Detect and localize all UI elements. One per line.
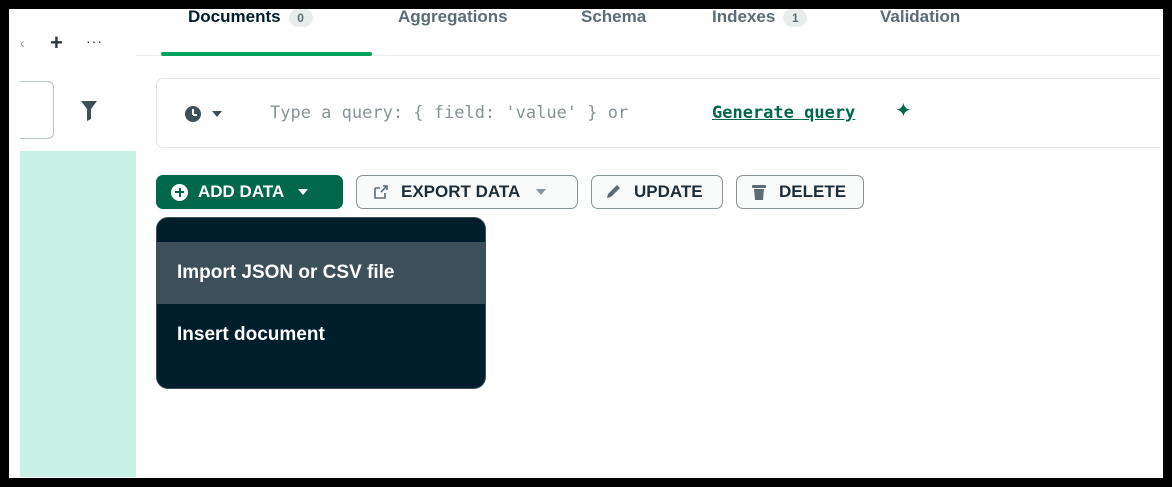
tab-label: Schema xyxy=(581,9,647,26)
chevron-down-icon[interactable] xyxy=(212,111,222,117)
add-data-menu: Import JSON or CSV file Insert document xyxy=(156,217,486,389)
screenshot-frame: ‹ + ··· Documents 0 Aggregations Schema … xyxy=(0,0,1172,487)
menu-item-import-file[interactable]: Import JSON or CSV file xyxy=(157,242,485,304)
menu-item-label: Import JSON or CSV file xyxy=(177,262,395,283)
tab-documents[interactable]: Documents 0 xyxy=(188,9,313,27)
sidebar-header: ‹ + ··· xyxy=(20,9,136,151)
filter-icon[interactable] xyxy=(81,101,97,121)
query-input[interactable]: Type a query: { field: 'value' } or xyxy=(270,103,628,123)
add-data-button[interactable]: ADD DATA xyxy=(156,175,343,209)
delete-button[interactable]: DELETE xyxy=(736,175,864,209)
active-tab-indicator xyxy=(161,52,372,56)
export-icon xyxy=(374,185,388,199)
export-data-label: EXPORT DATA xyxy=(401,182,521,201)
app-viewport: ‹ + ··· Documents 0 Aggregations Schema … xyxy=(20,9,1160,477)
clock-icon[interactable] xyxy=(185,106,201,122)
chevron-down-icon xyxy=(536,189,547,195)
plus-circle-icon xyxy=(171,183,188,201)
tab-count-badge: 0 xyxy=(288,9,313,27)
sidebar: ‹ + ··· xyxy=(20,9,136,477)
pencil-icon xyxy=(607,185,620,198)
chevron-left-icon[interactable]: ‹ xyxy=(20,35,25,51)
add-data-label: ADD DATA xyxy=(198,182,285,201)
trash-icon xyxy=(752,185,766,200)
generate-query-link[interactable]: Generate query xyxy=(712,103,855,123)
tab-schema[interactable]: Schema xyxy=(581,9,646,27)
sparkle-icon: ✦ xyxy=(895,100,912,122)
update-button[interactable]: UPDATE xyxy=(591,175,723,209)
sidebar-search-input[interactable] xyxy=(20,81,54,139)
tab-validation[interactable]: Validation xyxy=(880,9,960,27)
menu-item-label: Insert document xyxy=(177,324,325,345)
tab-label: Documents xyxy=(188,9,281,26)
tab-label: Indexes xyxy=(712,9,776,26)
tab-label: Aggregations xyxy=(398,9,508,26)
export-data-button[interactable]: EXPORT DATA xyxy=(356,175,578,209)
chevron-down-icon xyxy=(298,189,309,195)
menu-item-insert-document[interactable]: Insert document xyxy=(157,304,485,366)
main-panel: Documents 0 Aggregations Schema Indexes 1 … xyxy=(136,9,1160,477)
query-bar[interactable]: Type a query: { field: 'value' } or Gene… xyxy=(156,78,1160,148)
tab-label: Validation xyxy=(880,9,961,26)
tab-count-badge: 1 xyxy=(783,9,808,27)
tab-indexes[interactable]: Indexes 1 xyxy=(712,9,808,27)
sidebar-selected-region xyxy=(20,151,136,477)
update-label: UPDATE xyxy=(634,182,703,201)
add-icon[interactable]: + xyxy=(50,32,63,54)
tab-bar: Documents 0 Aggregations Schema Indexes 1 … xyxy=(136,9,1160,56)
tab-aggregations[interactable]: Aggregations xyxy=(398,9,508,27)
more-options-icon[interactable]: ··· xyxy=(86,33,103,49)
delete-label: DELETE xyxy=(779,182,847,201)
